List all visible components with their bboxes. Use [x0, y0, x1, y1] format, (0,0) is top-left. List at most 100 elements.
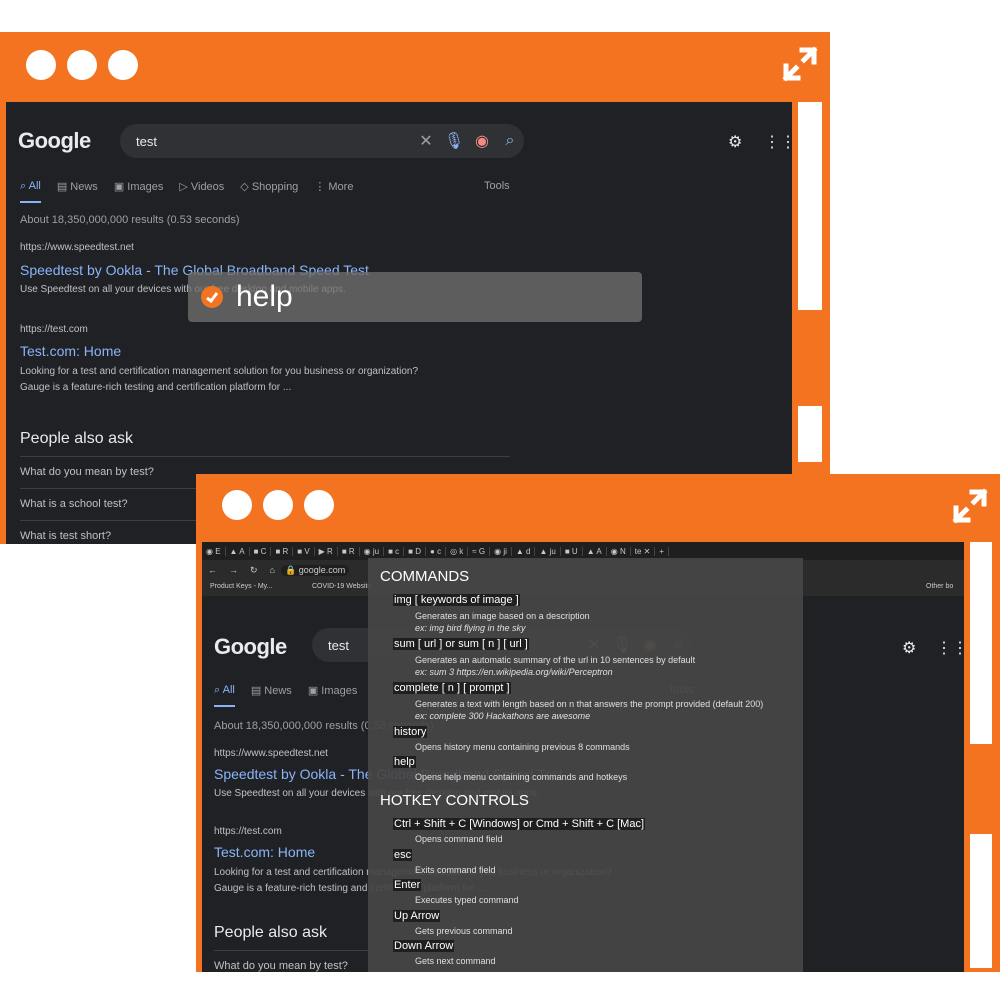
- bookmark-item[interactable]: Product Keys - My...: [210, 583, 273, 590]
- search-box[interactable]: test ✕ 🎙 ◉ ⌕: [120, 124, 524, 158]
- extension-logo-icon: [201, 286, 223, 308]
- window-dot-close[interactable]: [26, 50, 56, 80]
- browser-tab[interactable]: ≈ G: [468, 546, 491, 556]
- hotkey-name: Ctrl + Shift + C [Windows] or Cmd + Shif…: [393, 818, 646, 830]
- browser-tab[interactable]: ■ C: [250, 546, 272, 556]
- tab-images[interactable]: ▣ Images: [114, 180, 164, 203]
- tab-all[interactable]: ⌕ All: [214, 684, 235, 707]
- help-menu-panel: COMMANDS img [ keywords of image ] Gener…: [368, 558, 803, 972]
- new-tab-button[interactable]: +: [655, 546, 670, 556]
- window-dot-close[interactable]: [222, 490, 252, 520]
- video-icon: ▷: [179, 181, 191, 193]
- command-input-bar[interactable]: help: [188, 272, 642, 322]
- bookmark-item[interactable]: Other bo: [926, 583, 953, 590]
- browser-tab[interactable]: ◉ ju: [360, 546, 385, 556]
- result-url[interactable]: https://test.com: [20, 324, 88, 335]
- tab-shopping[interactable]: ◇ Shopping: [240, 180, 298, 203]
- apps-grid-icon[interactable]: ⋮⋮⋮: [764, 132, 792, 152]
- lens-icon[interactable]: ◉: [468, 131, 496, 151]
- reload-icon[interactable]: ↻: [244, 565, 264, 576]
- browser-tab[interactable]: ◎ k: [446, 546, 469, 556]
- browser-tab[interactable]: ■ R: [271, 546, 294, 556]
- mic-icon[interactable]: 🎙: [440, 131, 468, 151]
- back-icon[interactable]: ←: [202, 565, 223, 575]
- bookmark-item[interactable]: COVID-19 Website: [312, 583, 371, 590]
- browser-tab[interactable]: ▲ ju: [535, 546, 561, 556]
- window-dot-minimize[interactable]: [263, 490, 293, 520]
- window-dot-minimize[interactable]: [67, 50, 97, 80]
- browser-tab[interactable]: ◉ N: [607, 546, 631, 556]
- browser-tab[interactable]: ■ R: [338, 546, 360, 556]
- command-example: ex: complete 300 Hackathons are awesome: [415, 711, 591, 721]
- result-url[interactable]: https://www.speedtest.net: [214, 748, 328, 759]
- browser-tab[interactable]: ■ U: [561, 546, 583, 556]
- settings-gear-icon[interactable]: ⚙: [728, 132, 742, 152]
- search-input[interactable]: test: [120, 134, 412, 149]
- browser-screen: ◉ E ▲ A ■ C ■ R ■ V ▶ R ■ R ◉ ju ■ c ■ D ● c ◎ k ≈ G…: [202, 542, 964, 972]
- result-title[interactable]: Test.com: Home: [20, 343, 121, 359]
- lock-icon: 🔒: [284, 564, 299, 575]
- command-example: ex: sum 3 https://en.wikipedia.org/wiki/…: [415, 667, 613, 677]
- browser-tab[interactable]: ◉ ji: [490, 546, 512, 556]
- more-icon: ⋮: [314, 181, 329, 193]
- browser-tab[interactable]: ● c: [426, 546, 447, 556]
- browser-tab[interactable]: ■ D: [404, 546, 427, 556]
- browser-tab[interactable]: ▲ A: [226, 546, 250, 556]
- search-icon: ⌕: [214, 684, 223, 696]
- expand-icon[interactable]: [950, 486, 990, 526]
- expand-icon[interactable]: [780, 44, 820, 84]
- command-input[interactable]: help: [236, 280, 293, 314]
- tab-news[interactable]: ▤ News: [57, 180, 98, 203]
- tab-more[interactable]: ⋮ More: [314, 180, 353, 203]
- result-url[interactable]: https://www.speedtest.net: [20, 242, 134, 253]
- browser-tab[interactable]: ▲ A: [583, 546, 607, 556]
- home-icon[interactable]: ⌂: [264, 565, 281, 575]
- hotkey-name: Enter: [393, 879, 422, 891]
- browser-tab[interactable]: te ✕: [631, 546, 656, 556]
- tab-all[interactable]: ⌕ All: [20, 180, 41, 203]
- hotkey-name: Down Arrow: [393, 940, 455, 952]
- google-logo[interactable]: Google: [18, 128, 91, 154]
- tab-news[interactable]: ▤ News: [251, 684, 292, 707]
- hotkey-name: Up Arrow: [393, 910, 441, 922]
- tab-images[interactable]: ▣ Images: [308, 684, 358, 707]
- tools-button[interactable]: Tools: [484, 180, 510, 192]
- hotkey-heading: HOTKEY CONTROLS: [380, 792, 529, 809]
- command-description: Opens history menu containing previous 8…: [415, 742, 630, 752]
- search-icon: ⌕: [20, 180, 29, 192]
- result-snippet: Looking for a test and certification man…: [20, 366, 419, 377]
- hotkey-name: esc: [393, 849, 413, 861]
- settings-gear-icon[interactable]: ⚙: [902, 638, 916, 658]
- command-example: ex: img bird flying in the sky: [415, 623, 526, 633]
- command-name: sum [ url ] or sum [ n ] [ url ]: [393, 638, 529, 650]
- browser-tab[interactable]: ▶ R: [315, 546, 338, 556]
- tag-icon: ◇: [240, 181, 252, 193]
- url-field[interactable]: 🔒 google.com: [280, 564, 350, 576]
- side-panel-strip: [798, 406, 822, 462]
- window-controls: [222, 490, 334, 520]
- window-dot-maximize[interactable]: [304, 490, 334, 520]
- side-panel-strip: [970, 834, 992, 968]
- browser-tab[interactable]: ■ V: [293, 546, 315, 556]
- browser-tab[interactable]: ■ c: [384, 546, 405, 556]
- browser-tab[interactable]: ◉ E: [202, 546, 226, 556]
- hotkey-description: Gets previous command: [415, 926, 513, 936]
- clear-icon[interactable]: ✕: [412, 131, 440, 151]
- result-title[interactable]: Test.com: Home: [214, 844, 315, 860]
- results-stats: About 18,350,000,000 results (0.53 secon…: [20, 214, 240, 226]
- apps-grid-icon[interactable]: ⋮⋮⋮: [936, 638, 964, 658]
- image-icon: ▣: [113, 181, 128, 193]
- hotkey-description: Executes typed command: [415, 895, 519, 905]
- result-url[interactable]: https://test.com: [214, 826, 282, 837]
- command-name: help: [393, 756, 416, 768]
- browser-tab[interactable]: ▲ d: [512, 546, 536, 556]
- forward-icon[interactable]: →: [223, 565, 244, 575]
- google-logo[interactable]: Google: [214, 634, 287, 660]
- command-name: img [ keywords of image ]: [393, 594, 520, 606]
- window-dot-maximize[interactable]: [108, 50, 138, 80]
- side-panel-strip: [970, 542, 992, 744]
- tab-videos[interactable]: ▷ Videos: [179, 180, 224, 203]
- command-description: Opens help menu containing commands and …: [415, 772, 628, 782]
- news-icon: ▤: [56, 181, 71, 193]
- search-icon[interactable]: ⌕: [496, 132, 524, 150]
